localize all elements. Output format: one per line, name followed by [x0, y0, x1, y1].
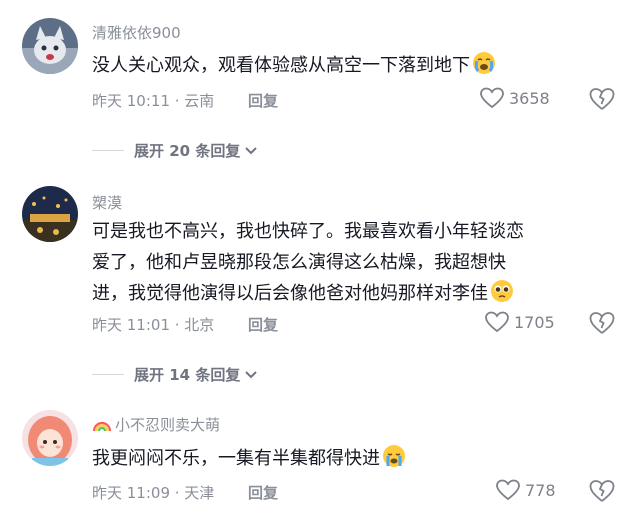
comment-text: 我更闷闷不乐，一集有半集都得快进: [92, 443, 592, 478]
rainbow-icon: [92, 418, 112, 436]
comment-text: 可是我也不高兴，我也快碎了。我最喜欢看小年轻谈恋 爱了，他和卢昱晓那段怎么演得这…: [92, 216, 592, 313]
time-location: 昨天 10:11 · 云南: [92, 92, 215, 110]
broken-heart-icon: [589, 88, 615, 110]
expand-replies-button[interactable]: 展开 14 条回复: [92, 364, 258, 385]
divider: [92, 150, 124, 151]
reply-button[interactable]: 回复: [248, 90, 278, 111]
expand-replies-label: 展开 20 条回复: [134, 142, 241, 160]
time-location: 昨天 11:01 · 北京: [92, 316, 215, 334]
avatar[interactable]: [22, 18, 78, 74]
username[interactable]: 小不忍则卖大萌: [92, 414, 220, 436]
broken-heart-icon: [589, 480, 615, 502]
crying-face-emoji: [472, 51, 496, 85]
avatar[interactable]: [22, 410, 78, 466]
comment-text-line: 爱了，他和卢昱晓那段怎么演得这么枯燥，我超想快: [92, 252, 506, 273]
heart-icon: [496, 479, 520, 501]
pleading-face-emoji: [490, 279, 514, 313]
comment-text: 没人关心观众，观看体验感从高空一下落到地下: [92, 50, 592, 85]
divider: [92, 374, 124, 375]
dislike-button[interactable]: [589, 311, 615, 339]
username-text: 小不忍则卖大萌: [115, 416, 221, 434]
comment-text-line: 没人关心观众，观看体验感从高空一下落到地下: [92, 55, 470, 76]
avatar[interactable]: [22, 186, 78, 242]
broken-heart-icon: [589, 312, 615, 334]
comment-text-line-wrap: 进，我觉得他演得以后会像他爸对他妈那样对李佳: [92, 278, 592, 313]
like-count: 778: [525, 480, 556, 500]
like-button[interactable]: 1705: [485, 311, 555, 333]
like-button[interactable]: 3658: [480, 87, 550, 109]
username[interactable]: 槊漠: [92, 192, 122, 213]
dislike-button[interactable]: [589, 87, 615, 115]
comment-text-line: 可是我也不高兴，我也快碎了。我最喜欢看小年轻谈恋: [92, 221, 524, 242]
expand-replies-label: 展开 14 条回复: [134, 366, 241, 384]
like-count: 1705: [514, 312, 555, 332]
like-count: 3658: [509, 88, 550, 108]
reply-button[interactable]: 回复: [248, 314, 278, 335]
dislike-button[interactable]: [589, 479, 615, 507]
expand-replies-button[interactable]: 展开 20 条回复: [92, 140, 258, 161]
heart-icon: [485, 311, 509, 333]
sad-cry-face-emoji: [382, 444, 406, 478]
heart-icon: [480, 87, 504, 109]
like-button[interactable]: 778: [496, 479, 556, 501]
comment-text-line: 我更闷闷不乐，一集有半集都得快进: [92, 448, 380, 469]
chevron-down-icon: [245, 146, 258, 154]
chevron-down-icon: [245, 370, 258, 378]
username[interactable]: 清雅依依900: [92, 22, 181, 43]
reply-button[interactable]: 回复: [248, 482, 278, 503]
comment-text-line: 进，我觉得他演得以后会像他爸对他妈那样对李佳: [92, 283, 488, 304]
time-location: 昨天 11:09 · 天津: [92, 484, 215, 502]
